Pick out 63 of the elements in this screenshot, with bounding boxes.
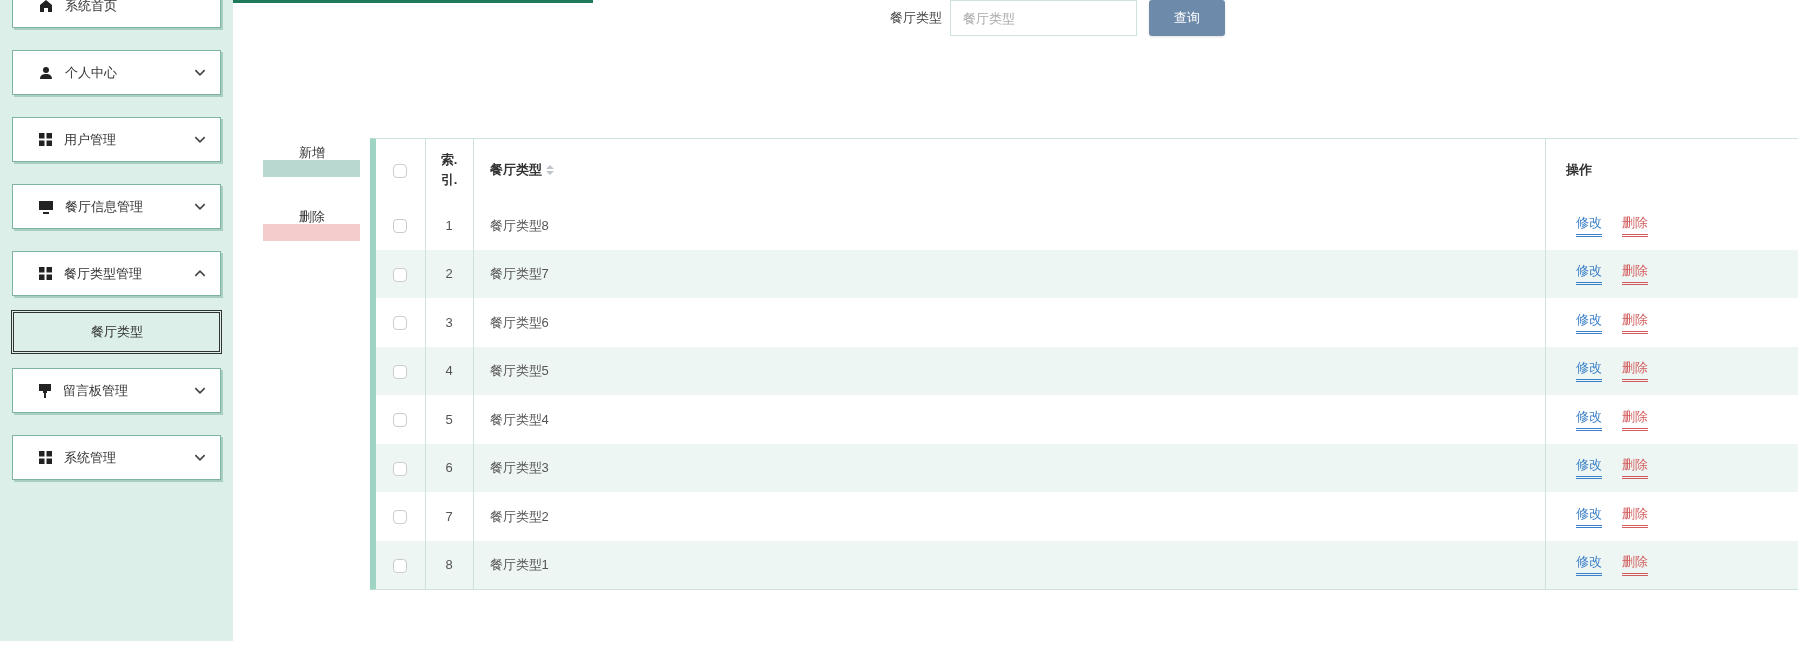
monitor-icon — [39, 199, 53, 214]
brush-icon — [39, 383, 51, 398]
sidebar-menu-item[interactable]: 餐厅类型管理 — [12, 251, 221, 296]
search-label: 餐厅类型 — [890, 9, 942, 28]
edit-link[interactable]: 修改 — [1575, 262, 1602, 286]
table-cell: 餐厅类型8 — [473, 201, 1545, 250]
table-cell: 5 — [425, 395, 473, 444]
user-icon — [39, 65, 53, 80]
home-icon — [39, 0, 53, 13]
submenu-item[interactable]: 餐厅类型 — [11, 310, 222, 354]
grid-icon — [39, 451, 52, 464]
checkbox[interactable] — [393, 219, 408, 234]
edit-link[interactable]: 修改 — [1575, 407, 1602, 431]
delete-link[interactable]: 删除 — [1621, 359, 1648, 383]
delete-link[interactable]: 删除 — [1621, 456, 1648, 480]
table-cell: 餐厅类型5 — [473, 346, 1545, 395]
table-cell: 4 — [425, 346, 473, 395]
edit-link[interactable]: 修改 — [1575, 504, 1602, 528]
add-button[interactable]: 新增 — [263, 143, 360, 177]
edit-link[interactable]: 修改 — [1575, 310, 1602, 334]
edit-link[interactable]: 修改 — [1575, 359, 1602, 383]
checkbox[interactable] — [393, 510, 408, 525]
checkbox[interactable] — [393, 316, 408, 331]
table-cell: 3 — [425, 298, 473, 347]
table-cell: 2 — [425, 249, 473, 298]
grid-icon — [39, 133, 52, 146]
checkbox[interactable] — [393, 461, 408, 476]
checkbox[interactable] — [393, 364, 408, 379]
table-cell: 餐厅类型2 — [473, 492, 1545, 541]
edit-link[interactable]: 修改 — [1575, 553, 1602, 577]
table-cell: 8 — [425, 540, 473, 589]
table-cell: 餐厅类型4 — [473, 395, 1545, 444]
checkbox[interactable] — [393, 267, 408, 282]
delete-link[interactable]: 删除 — [1621, 504, 1648, 528]
sidebar-menu-item[interactable]: 留言板管理 — [12, 368, 221, 413]
column-header: 餐厅类型 — [489, 161, 542, 180]
table-cell: 餐厅类型7 — [473, 249, 1545, 298]
checkbox[interactable] — [393, 413, 408, 428]
table-cell: 餐厅类型3 — [473, 443, 1545, 492]
edit-link[interactable]: 修改 — [1575, 456, 1602, 480]
delete-link[interactable]: 删除 — [1621, 310, 1648, 334]
delete-link[interactable]: 删除 — [1621, 553, 1648, 577]
delete-link[interactable]: 删除 — [1621, 262, 1648, 286]
checkbox[interactable] — [393, 163, 408, 178]
delete-link[interactable]: 删除 — [1621, 407, 1648, 431]
table-cell: 餐厅类型1 — [473, 540, 1545, 589]
column-header: 操作 — [1545, 139, 1798, 201]
delete-button[interactable]: 删除 — [263, 207, 360, 241]
table-cell: 1 — [425, 201, 473, 250]
search-field[interactable]: 餐厅类型 — [950, 0, 1137, 36]
edit-link[interactable]: 修改 — [1575, 213, 1602, 237]
table-cell: 7 — [425, 492, 473, 541]
sort-icon — [545, 164, 554, 176]
sidebar-menu-item[interactable]: 个人中心 — [12, 50, 221, 95]
search-button[interactable]: 查询 — [1149, 0, 1225, 36]
delete-link[interactable]: 删除 — [1621, 213, 1648, 237]
sidebar-menu-item[interactable]: 系统管理 — [12, 435, 221, 480]
table-cell: 6 — [425, 443, 473, 492]
sidebar-menu-item[interactable]: 餐厅信息管理 — [12, 184, 221, 229]
sidebar-menu-item[interactable]: 用户管理 — [12, 117, 221, 162]
grid-icon — [39, 267, 52, 280]
checkbox[interactable] — [393, 558, 408, 573]
table-cell: 餐厅类型6 — [473, 298, 1545, 347]
